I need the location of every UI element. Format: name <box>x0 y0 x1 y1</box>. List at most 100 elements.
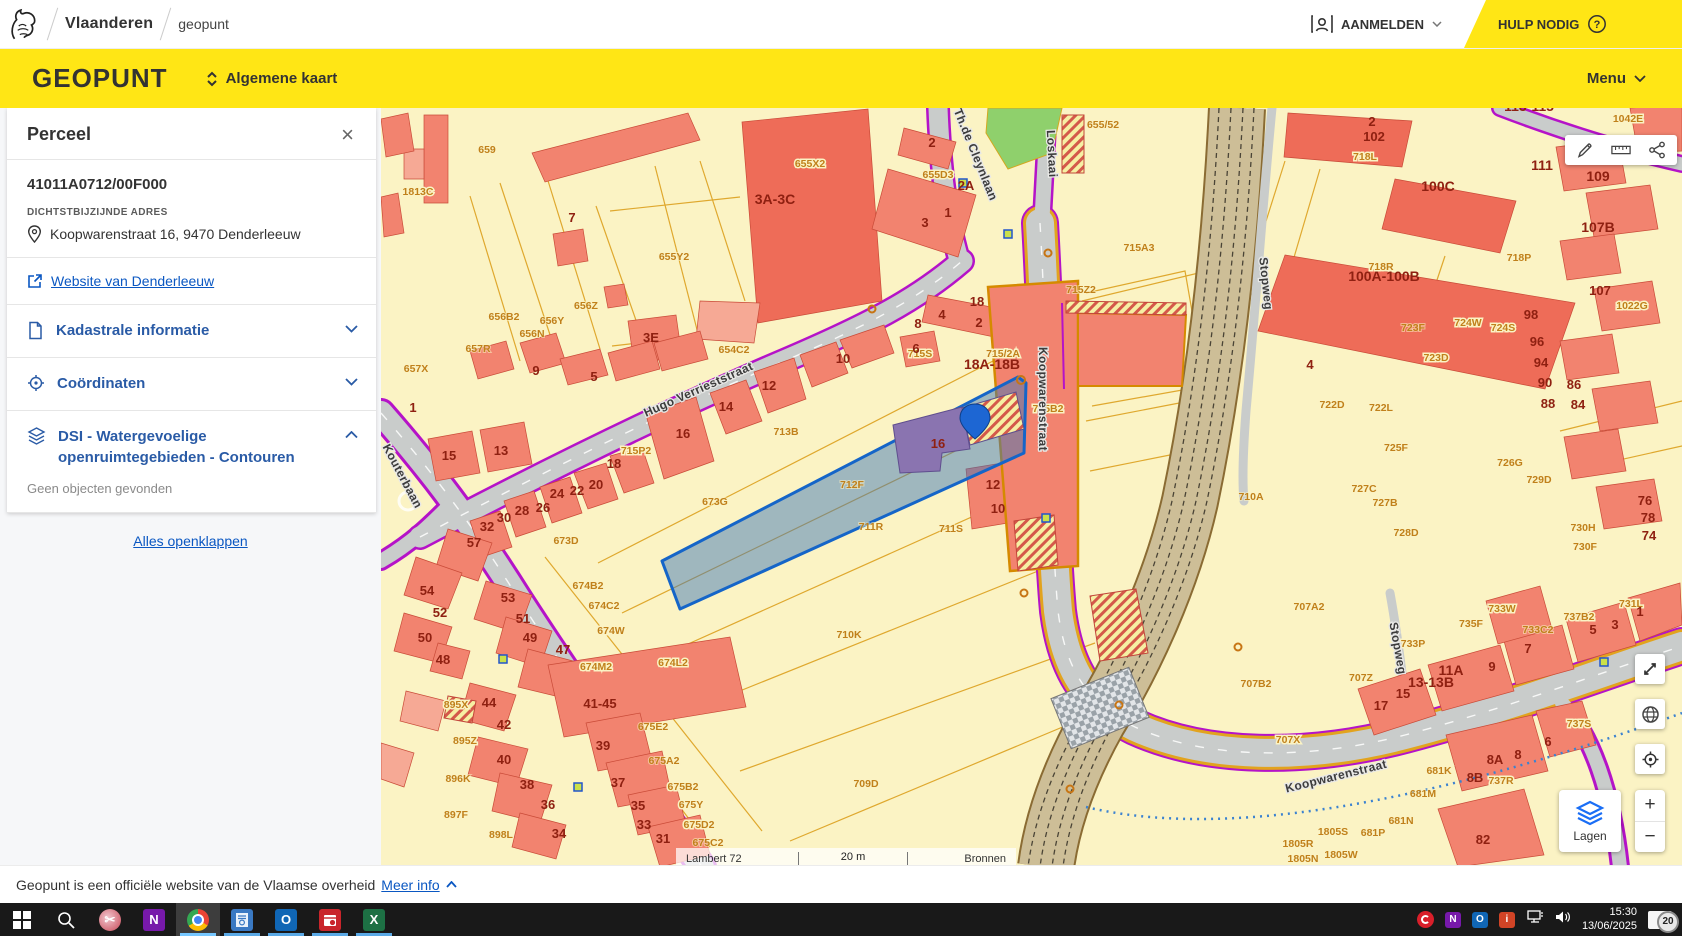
notification-center[interactable]: 20 <box>1648 911 1672 929</box>
meer-info-link[interactable]: Meer info <box>381 877 439 893</box>
geopunt-logo[interactable]: GEOPUNT <box>0 63 206 94</box>
main: Perceel × 41011A0712/00F000 DICHTSTBIJZI… <box>0 108 1682 865</box>
house-number-label: 26 <box>536 500 550 515</box>
breadcrumb-app[interactable]: geopunt <box>178 16 229 32</box>
house-number-label: 15 <box>442 448 456 463</box>
volume-tray-icon[interactable] <box>1555 910 1571 929</box>
section-coordinaten[interactable]: Coördinaten <box>7 358 376 411</box>
parcel-label: 727C <box>1351 483 1377 495</box>
parcel-label: 655Y2 <box>659 251 690 263</box>
close-icon[interactable]: × <box>337 128 358 142</box>
street-name-label: Koopwarenstraat <box>1036 347 1050 451</box>
website-link[interactable]: Website van Denderleeuw <box>51 273 214 289</box>
draw-pencil-button[interactable] <box>1575 140 1595 160</box>
parcel-label: 1042E <box>1613 113 1643 125</box>
house-number-label: 57 <box>467 535 481 550</box>
website-link-row: Website van Denderleeuw <box>7 258 376 305</box>
svg-text:?: ? <box>1594 19 1601 31</box>
house-number-label: 98 <box>1524 307 1538 322</box>
parcel-label: 730H <box>1570 522 1595 534</box>
map-switcher[interactable]: Algemene kaart <box>206 70 338 87</box>
house-number-label: 35 <box>631 798 645 813</box>
map[interactable]: 6591813C655X2655Y2656Z656B2656Y656N657R6… <box>381 108 1682 865</box>
section-dsi-watergevoelige[interactable]: DSI - Watergevoelige openruimtegebieden … <box>7 411 376 476</box>
aanmelden-button[interactable]: AANMELDEN <box>1289 0 1464 48</box>
document-icon <box>27 321 44 340</box>
parcel-label: 674W <box>597 625 625 637</box>
house-number-label: 38 <box>520 777 534 792</box>
parcel-label: 681M <box>1410 788 1437 800</box>
snipping-tool-icon[interactable]: ✂ <box>88 903 132 936</box>
parcel-label: 707X <box>1276 734 1301 746</box>
parcel-label: 711S <box>939 523 963 535</box>
section-label: Coördinaten <box>57 373 333 395</box>
expand-all-link[interactable]: Alles openklappen <box>133 533 247 549</box>
house-number-label: 113-115 <box>1504 108 1554 114</box>
taskbar-clock[interactable]: 15:30 13/06/2025 <box>1582 906 1637 934</box>
parcel-label: 674L2 <box>658 657 688 669</box>
globe-button[interactable] <box>1635 699 1665 729</box>
house-number-label: 1 <box>1636 604 1643 619</box>
street-name-label: Loskaai <box>1044 130 1060 178</box>
house-number-label: 82 <box>1476 832 1490 847</box>
sources-link[interactable]: Bronnen <box>964 853 1006 865</box>
network-tray-icon[interactable] <box>1526 910 1544 929</box>
info-tray-icon[interactable]: i <box>1499 912 1515 928</box>
house-number-label: 4 <box>1306 357 1314 372</box>
menu-label: Menu <box>1587 70 1626 87</box>
chevron-down-icon <box>1634 75 1646 82</box>
parcel-label: 675A2 <box>649 755 680 767</box>
house-number-label: 18 <box>607 456 621 471</box>
parcel-label: 675B2 <box>668 781 699 793</box>
parcel-label: 657X <box>404 363 429 375</box>
fullscreen-button[interactable] <box>1635 654 1665 684</box>
chrome-icon[interactable] <box>176 903 220 936</box>
layers-label: Lagen <box>1573 829 1606 843</box>
layers-button[interactable]: Lagen <box>1559 790 1621 852</box>
house-number-label: 54 <box>420 583 435 598</box>
house-number-label: 107B <box>1581 219 1614 235</box>
house-number-label: 10 <box>836 351 850 366</box>
house-number-label: 8B <box>1467 770 1484 785</box>
chevron-down-icon <box>1432 21 1442 27</box>
outlook-icon[interactable]: O <box>264 903 308 936</box>
parcel-label: 726G <box>1497 457 1523 469</box>
parcel-label: 709D <box>853 778 879 790</box>
house-number-label: 96 <box>1530 334 1544 349</box>
parcel-label: 725F <box>1384 442 1409 454</box>
onenote-tray-icon[interactable]: N <box>1445 912 1461 928</box>
excel-icon[interactable]: X <box>352 903 396 936</box>
time: 15:30 <box>1582 906 1637 920</box>
house-number-label: 44 <box>482 695 497 710</box>
hulp-nodig-button[interactable]: HULP NODIG ? <box>1464 0 1682 48</box>
timesheet-app-icon[interactable] <box>308 903 352 936</box>
measure-ruler-button[interactable] <box>1611 140 1631 160</box>
zoom-out-button[interactable]: − <box>1635 822 1665 853</box>
parcel-label: 707B2 <box>1241 678 1272 690</box>
outlook-tray-icon[interactable]: O <box>1472 912 1488 928</box>
onenote-icon[interactable]: N <box>132 903 176 936</box>
section-kadastrale-informatie[interactable]: Kadastrale informatie <box>7 305 376 358</box>
map-canvas[interactable]: 6591813C655X2655Y2656Z656B2656Y656N657R6… <box>381 108 1682 865</box>
parcel-label: 1813C <box>403 186 434 198</box>
antivirus-tray-icon[interactable] <box>1417 911 1434 928</box>
house-number-label: 39 <box>596 738 610 753</box>
chevron-up-icon <box>345 431 358 439</box>
house-number-label: 17 <box>1374 698 1388 713</box>
menu-button[interactable]: Menu <box>1587 70 1682 87</box>
hulp-label: HULP NODIG <box>1498 17 1579 32</box>
zoom-in-button[interactable]: + <box>1635 790 1665 822</box>
panel-header: Perceel × <box>7 108 376 160</box>
search-button[interactable] <box>44 903 88 936</box>
house-number-label: 7 <box>1524 641 1531 656</box>
share-button[interactable] <box>1647 140 1667 160</box>
house-number-label: 3 <box>921 215 928 230</box>
brand-vlaanderen[interactable]: Vlaanderen <box>65 15 153 33</box>
geolocation-button[interactable] <box>1635 744 1665 774</box>
start-button[interactable] <box>0 903 44 936</box>
house-number-label: 102 <box>1363 129 1385 144</box>
parcel-label: 729D <box>1526 474 1552 486</box>
certificate-app-icon[interactable] <box>220 903 264 936</box>
parcel-label: 895Z <box>453 735 478 747</box>
house-number-label: 2A <box>958 178 975 193</box>
